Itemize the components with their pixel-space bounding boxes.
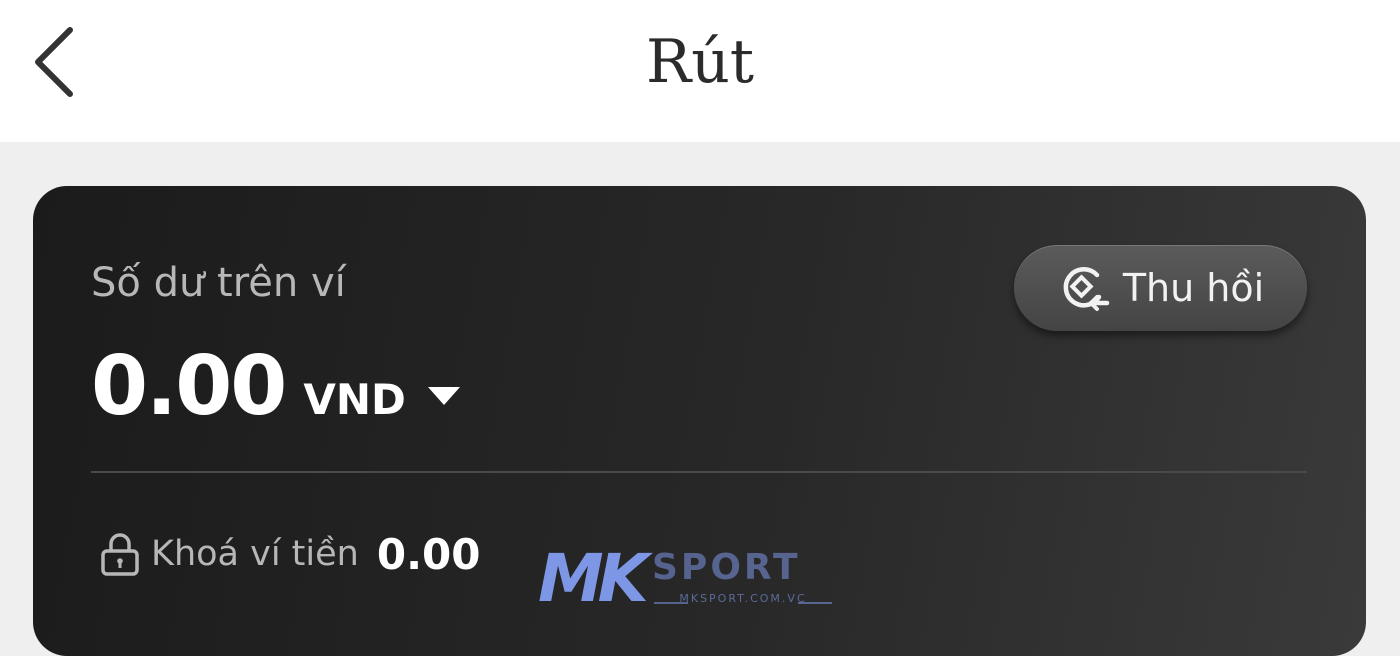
lock-icon <box>101 533 139 576</box>
brand-watermark: MK SPORT MKSPORT.COM.VC <box>538 546 838 616</box>
watermark-text: SPORT <box>652 547 801 588</box>
watermark-mark: MK <box>538 540 649 617</box>
locked-wallet-amount: 0.00 <box>376 529 481 579</box>
recall-icon <box>1063 267 1110 311</box>
recall-button[interactable]: Thu hồi <box>1014 245 1307 331</box>
wallet-balance-label: Số dư trên ví <box>91 260 346 306</box>
watermark-line-right <box>798 602 832 604</box>
locked-wallet-row: Khoá ví tiền 0.00 <box>99 524 481 584</box>
locked-wallet-label: Khoá ví tiền <box>151 534 359 574</box>
recall-button-label: Thu hồi <box>1122 266 1265 310</box>
header-bar: Rút <box>0 0 1400 142</box>
balance-row: 0.00 VND <box>91 342 460 432</box>
wallet-balance-amount: 0.00 <box>91 339 287 434</box>
currency-selector[interactable]: VND <box>303 375 406 424</box>
card-divider <box>91 471 1307 473</box>
caret-down-icon[interactable] <box>427 387 460 405</box>
page-title: Rút <box>646 27 754 97</box>
